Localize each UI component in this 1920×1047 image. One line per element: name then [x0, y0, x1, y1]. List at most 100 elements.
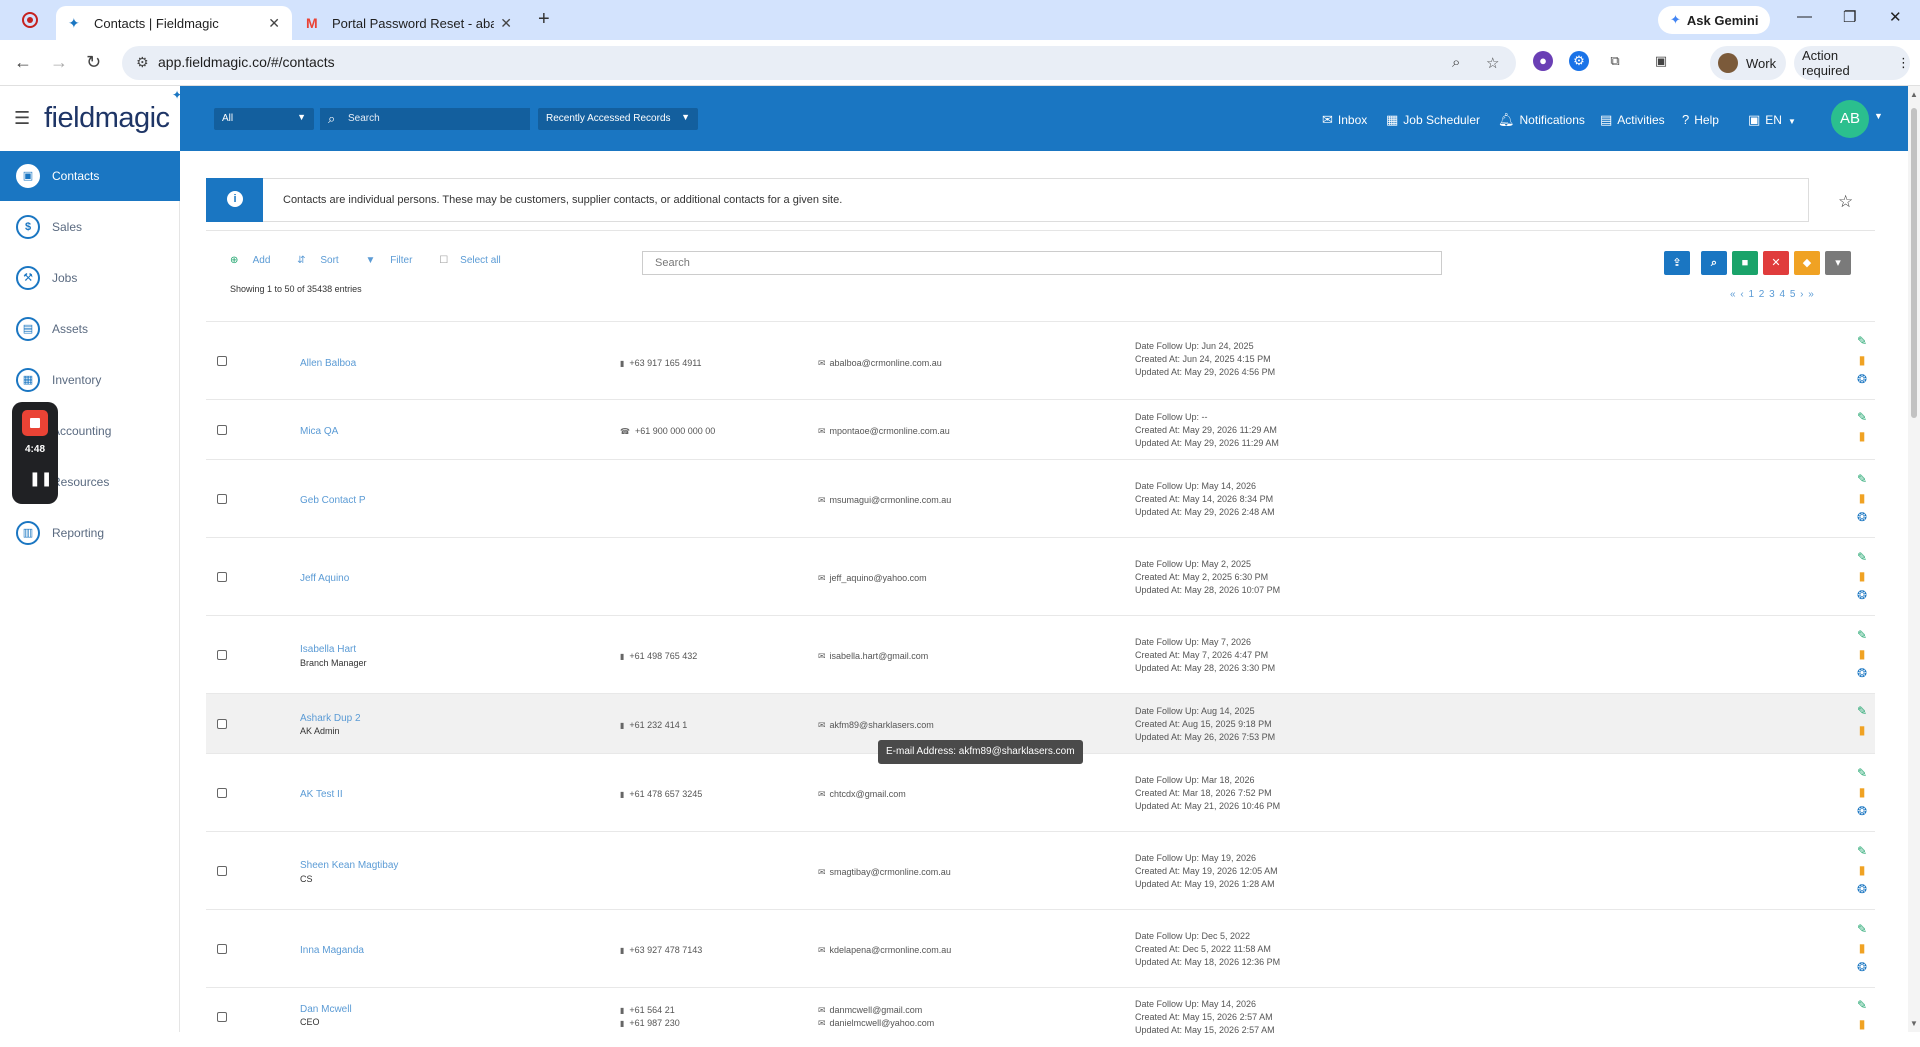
address-bar[interactable]: ⚙ app.fieldmagic.co/#/contacts ⌕ ☆ [122, 46, 1516, 80]
delete-trash-icon[interactable]: ▮ [1854, 723, 1870, 742]
table-row[interactable]: Sheen Kean Magtibay CS ✉ smagtibay@crmonl… [206, 831, 1875, 909]
contact-phone[interactable]: ▮ +63 917 165 4911 [620, 358, 702, 368]
new-tab-button[interactable]: + [538, 8, 550, 31]
tag-button[interactable]: ◆ [1794, 251, 1820, 275]
row-checkbox[interactable] [217, 788, 227, 798]
tab-search-icon[interactable]: ▣ [1651, 51, 1671, 71]
scroll-up-icon[interactable]: ▲ [1910, 90, 1918, 99]
scroll-down-icon[interactable]: ▼ [1910, 1019, 1918, 1028]
sidebar-item-sales[interactable]: $ Sales [0, 202, 180, 252]
contact-email[interactable]: ✉ akfm89@sharklasers.com [818, 720, 934, 731]
table-row[interactable]: Dan Mcwell CEO ▮ +61 564 21 ▮ +61 987 230 … [206, 987, 1875, 1047]
sort-button[interactable]: ⇵ Sort [297, 255, 351, 266]
web-portal-icon[interactable]: ❂ [1854, 882, 1870, 901]
contact-name-link[interactable]: AK Test II [300, 789, 343, 800]
edit-pencil-icon[interactable]: ✎ [1854, 550, 1870, 569]
caret-down-icon[interactable]: ▼ [1874, 111, 1883, 121]
page-scrollbar[interactable]: ▲ ▼ [1908, 86, 1920, 1032]
language-select[interactable]: ▣ EN ▼ [1748, 112, 1796, 128]
extension-icon[interactable]: ● [1533, 51, 1553, 71]
bookmark-star-icon[interactable]: ☆ [1486, 54, 1499, 72]
edit-pencil-icon[interactable]: ✎ [1854, 844, 1870, 863]
nav-help[interactable]: ? Help [1682, 112, 1719, 127]
restore-icon[interactable]: ❐ [1843, 8, 1856, 26]
contact-email[interactable]: ✉ kdelapena@crmonline.com.au [818, 945, 951, 956]
row-checkbox[interactable] [217, 1012, 227, 1022]
contact-phone[interactable]: ▮ +61 564 21 ▮ +61 987 230 [620, 1004, 680, 1030]
filter-button[interactable]: ▼ Filter [366, 255, 425, 266]
contact-name-link[interactable]: Mica QA [300, 426, 338, 437]
scrollbar-thumb[interactable] [1911, 108, 1917, 418]
contact-email[interactable]: ✉ smagtibay@crmonline.com.au [818, 867, 951, 878]
hamburger-menu-icon[interactable]: ☰ [14, 108, 30, 129]
stop-recording-button[interactable] [22, 410, 48, 436]
delete-trash-icon[interactable]: ▮ [1854, 429, 1870, 448]
select-all-checkbox[interactable]: ☐ Select all [439, 255, 513, 266]
sidebar-item-reporting[interactable]: ▥ Reporting [0, 508, 180, 558]
user-avatar[interactable]: AB [1831, 100, 1869, 138]
table-row[interactable]: Geb Contact P ✉ msumagui@crmonline.com.au… [206, 459, 1875, 537]
table-row[interactable]: Inna Maganda ▮ +63 927 478 7143 ✉ kdelapen… [206, 909, 1875, 987]
last-page-icon[interactable]: » [1808, 289, 1814, 300]
nav-activities[interactable]: ▤ Activities [1600, 112, 1665, 128]
table-row[interactable]: AK Test II ▮ +61 478 657 3245 ✉ chtcdx@gma… [206, 753, 1875, 831]
contact-email[interactable]: ✉ isabella.hart@gmail.com [818, 651, 928, 662]
contact-name-link[interactable]: Dan Mcwell [300, 1004, 352, 1015]
forward-icon[interactable]: → [50, 52, 68, 73]
delete-trash-icon[interactable]: ▮ [1854, 353, 1870, 372]
next-page-icon[interactable]: › [1800, 289, 1803, 300]
edit-pencil-icon[interactable]: ✎ [1854, 410, 1870, 429]
upload-button[interactable]: ⇪ [1664, 251, 1690, 275]
ask-gemini-button[interactable]: ✦ Ask Gemini [1658, 6, 1771, 34]
contact-phone[interactable]: ▮ +61 498 765 432 [620, 651, 697, 661]
row-checkbox[interactable] [217, 719, 227, 729]
contact-phone[interactable]: ▮ +61 478 657 3245 [620, 789, 702, 799]
site-info-icon[interactable]: ⚙ [136, 54, 149, 71]
web-portal-icon[interactable]: ❂ [1854, 588, 1870, 607]
profile-button[interactable]: Work [1710, 46, 1786, 80]
close-tab-icon[interactable]: ✕ [500, 15, 512, 32]
web-portal-icon[interactable]: ❂ [1854, 372, 1870, 391]
contact-phone[interactable]: ▮ +63 927 478 7143 [620, 945, 702, 955]
contact-name-link[interactable]: Ashark Dup 2 [300, 713, 361, 724]
edit-pencil-icon[interactable]: ✎ [1854, 704, 1870, 723]
contact-email[interactable]: ✉ chtcdx@gmail.com [818, 789, 906, 800]
table-row[interactable]: Allen Balboa ▮ +63 917 165 4911 ✉ abalboa@… [206, 321, 1875, 399]
row-checkbox[interactable] [217, 356, 227, 366]
row-checkbox[interactable] [217, 866, 227, 876]
contact-name-link[interactable]: Geb Contact P [300, 495, 366, 506]
delete-trash-icon[interactable]: ▮ [1854, 941, 1870, 960]
nav-inbox[interactable]: ✉ Inbox [1322, 112, 1367, 128]
contact-name-link[interactable]: Jeff Aquino [300, 573, 349, 584]
list-search-input[interactable]: Search [642, 251, 1442, 275]
web-portal-icon[interactable]: ❂ [1854, 804, 1870, 823]
sidebar-item-jobs[interactable]: ⚒ Jobs [0, 253, 180, 303]
contact-phone[interactable]: ☎ +61 900 000 000 00 [620, 426, 715, 436]
extension-icon[interactable]: ⚙ [1569, 51, 1589, 71]
contact-name-link[interactable]: Sheen Kean Magtibay [300, 860, 398, 871]
fieldmagic-logo[interactable]: fieldmagic ✦ [44, 88, 182, 135]
edit-pencil-icon[interactable]: ✎ [1854, 628, 1870, 647]
search-button[interactable]: ⌕ [1701, 251, 1727, 275]
save-button[interactable]: ■ [1732, 251, 1758, 275]
delete-trash-icon[interactable]: ▮ [1854, 647, 1870, 666]
delete-trash-icon[interactable]: ▮ [1854, 569, 1870, 588]
contact-name-link[interactable]: Allen Balboa [300, 358, 356, 369]
contact-phone[interactable]: ▮ +61 232 414 1 [620, 720, 687, 730]
minimize-icon[interactable]: — [1797, 8, 1812, 25]
more-dropdown-button[interactable]: ▾ [1825, 251, 1851, 275]
row-checkbox[interactable] [217, 494, 227, 504]
sidebar-item-inventory[interactable]: ▦ Inventory [0, 355, 180, 405]
add-button[interactable]: ⊕ Add [230, 255, 282, 266]
web-portal-icon[interactable]: ❂ [1854, 666, 1870, 685]
edit-pencil-icon[interactable]: ✎ [1854, 334, 1870, 353]
web-portal-icon[interactable]: ❂ [1854, 960, 1870, 979]
row-checkbox[interactable] [217, 944, 227, 954]
table-row[interactable]: Mica QA ☎ +61 900 000 000 00 ✉ mpontaoe@cr… [206, 399, 1875, 459]
zoom-icon[interactable]: ⌕ [1452, 54, 1460, 71]
row-checkbox[interactable] [217, 425, 227, 435]
recently-accessed-select[interactable]: Recently Accessed Records ▼ [538, 108, 698, 130]
contact-name-link[interactable]: Inna Maganda [300, 945, 364, 956]
contact-email[interactable]: ✉ danmcwell@gmail.com ✉ danielmcwell@yahoo… [818, 1004, 934, 1030]
extensions-puzzle-icon[interactable]: ⧉ [1605, 51, 1625, 71]
